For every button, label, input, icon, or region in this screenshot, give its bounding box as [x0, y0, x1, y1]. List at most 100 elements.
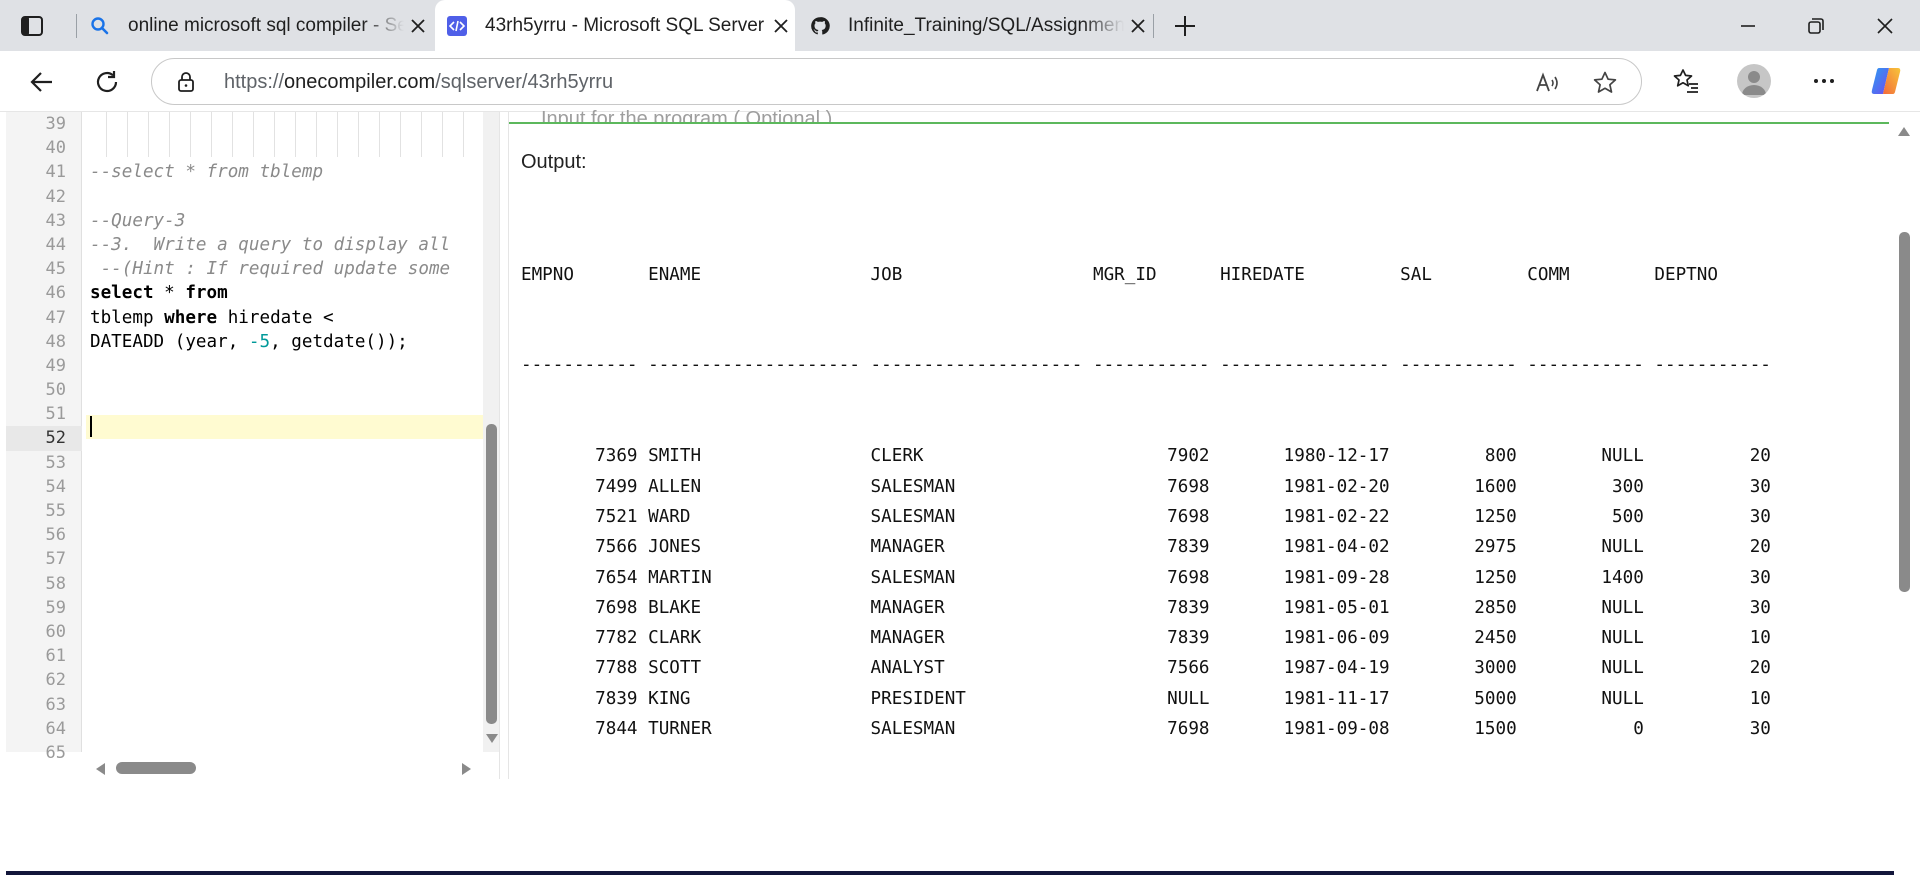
scroll-left-button[interactable]	[96, 762, 106, 779]
close-icon	[1877, 18, 1893, 34]
favorites-list-icon	[1673, 69, 1698, 93]
line-number: 64	[45, 718, 66, 739]
code-text: , getdate());	[270, 331, 408, 352]
editor-vertical-scroll-thumb[interactable]	[486, 424, 497, 724]
input-output-divider	[509, 122, 1889, 124]
line-number: 43	[45, 210, 66, 231]
line-number: 47	[45, 307, 66, 328]
editor-vertical-scrollbar[interactable]	[483, 112, 499, 752]
more-horizontal-icon	[1814, 79, 1834, 83]
user-icon	[1742, 71, 1766, 95]
close-icon	[411, 18, 425, 33]
line-numbers: 39 40 41 42 43 44 45 46 47 48 49 50 51 52 53 54 55 56 57 58…	[6, 112, 82, 765]
search-icon	[90, 16, 110, 36]
address-bar[interactable]: https://onecompiler.com/sqlserver/43rh5y…	[151, 58, 1642, 105]
tab-actions-menu-button[interactable]	[18, 12, 46, 40]
restore-button[interactable]	[1801, 12, 1831, 40]
line-number: 49	[45, 355, 66, 376]
scroll-down-button[interactable]	[485, 732, 498, 745]
line-number: 58	[45, 573, 66, 594]
tab-close-button[interactable]	[767, 12, 795, 40]
close-window-button[interactable]	[1870, 12, 1900, 40]
line-number: 46	[45, 283, 66, 304]
line-number: 44	[45, 234, 66, 255]
output-separator-row: ----------- -------------------- -------…	[521, 355, 1771, 376]
line-number: 48	[45, 331, 66, 352]
output-text: EMPNO ENAME JOB MGR_ID HIREDATE SAL COMM…	[521, 199, 1771, 805]
url-host: onecompiler.com	[284, 71, 436, 93]
back-arrow-icon	[30, 72, 52, 92]
output-data-row: 7521 WARD SALESMAN 7698 1981-02-22 1250 …	[521, 506, 1771, 527]
output-data-row: 7782 CLARK MANAGER 7839 1981-06-09 2450 …	[521, 628, 1771, 649]
code-icon	[447, 15, 467, 36]
tab-title: online microsoft sql compiler - Se	[128, 14, 404, 36]
io-panel: Input for the program ( Optional ) Outpu…	[508, 108, 1910, 779]
new-tab-button[interactable]	[1170, 11, 1200, 41]
line-number: 57	[45, 549, 66, 570]
active-line-highlight	[86, 414, 483, 439]
restore-icon	[1808, 18, 1824, 34]
code-text-area[interactable]: --select * from tblemp --Query-3 --3. Wr…	[86, 112, 483, 752]
output-data-row: 7369 SMITH CLERK 7902 1980-12-17 800 NUL…	[521, 446, 1771, 467]
output-data-row: 7839 KING PRESIDENT NULL 1981-11-17 5000…	[521, 688, 1771, 709]
url-path: /sqlserver/43rh5yrru	[435, 71, 614, 93]
line-number: 62	[45, 670, 66, 691]
code-editor[interactable]: 39 40 41 42 43 44 45 46 47 48 49 50 51 52 53 54 55 56 57 58…	[6, 112, 500, 779]
profile-avatar[interactable]	[1737, 64, 1771, 98]
line-number: 39	[45, 114, 66, 134]
editor-horizontal-scrollbar[interactable]	[86, 759, 483, 777]
line-number: 55	[45, 501, 66, 521]
scroll-right-button[interactable]	[461, 762, 471, 779]
output-vertical-scroll-thumb[interactable]	[1899, 232, 1910, 592]
output-data-row: 7788 SCOTT ANALYST 7566 1987-04-19 3000 …	[521, 658, 1771, 679]
output-label: Output:	[521, 151, 587, 173]
refresh-icon	[96, 71, 118, 93]
code-line-44: --3. Write a query to display all	[90, 235, 451, 255]
code-line-47: tblemp where hiredate <	[90, 306, 334, 330]
minimize-button[interactable]	[1733, 12, 1763, 40]
browser-toolbar: https://onecompiler.com/sqlserver/43rh5y…	[0, 51, 1920, 112]
tab-active-sqlserver[interactable]: 43rh5yrru - Microsoft SQL Server	[435, 0, 795, 51]
favorites-button[interactable]	[1669, 64, 1703, 98]
output-data-row: 7654 MARTIN SALESMAN 7698 1981-09-28 125…	[521, 567, 1771, 588]
github-icon	[810, 16, 830, 36]
code-text: DATEADD (year,	[90, 331, 249, 352]
close-icon	[1131, 18, 1145, 33]
line-number: 65	[45, 742, 66, 763]
output-data-row: 7566 JONES MANAGER 7839 1981-04-02 2975 …	[521, 537, 1771, 558]
line-number: 40	[45, 138, 66, 159]
read-aloud-button[interactable]	[1533, 69, 1561, 97]
favorite-button[interactable]	[1591, 69, 1619, 97]
code-line-45: --(Hint : If required update some	[90, 259, 451, 280]
browser-tab-strip: online microsoft sql compiler - Se 43rh5…	[0, 0, 1920, 51]
editor-horizontal-scroll-thumb[interactable]	[116, 762, 196, 774]
tab-close-button[interactable]	[1124, 12, 1152, 40]
line-number: 52	[6, 426, 82, 451]
url-text[interactable]: https://onecompiler.com/sqlserver/43rh5y…	[224, 71, 613, 94]
read-aloud-icon	[1536, 72, 1558, 92]
lock-icon[interactable]	[176, 71, 196, 98]
tab-close-button[interactable]	[404, 12, 432, 40]
code-line-48: DATEADD (year, -5, getdate());	[90, 330, 408, 354]
stdin-input[interactable]: Input for the program ( Optional )	[541, 104, 832, 122]
output-rows: 7369 SMITH CLERK 7902 1980-12-17 800 NUL…	[521, 441, 1771, 744]
tab-search[interactable]: online microsoft sql compiler - Se	[80, 0, 432, 51]
keyword-where: where	[164, 307, 218, 328]
tab-actions-icon	[21, 16, 43, 36]
tab-github[interactable]: Infinite_Training/SQL/Assignment	[800, 0, 1152, 51]
number-literal: -5	[248, 331, 271, 352]
code-text: hiredate <	[217, 307, 334, 328]
line-number: 51	[45, 404, 66, 425]
output-header-row: EMPNO ENAME JOB MGR_ID HIREDATE SAL COMM…	[521, 264, 1718, 285]
scroll-up-button[interactable]	[1898, 124, 1910, 142]
tab-title: 43rh5yrru - Microsoft SQL Server	[485, 14, 765, 36]
output-vertical-scrollbar[interactable]	[1896, 112, 1913, 712]
close-icon	[774, 18, 788, 33]
line-number: 54	[45, 476, 66, 497]
back-button[interactable]	[26, 66, 58, 98]
line-number: 53	[45, 452, 66, 473]
more-options-button[interactable]	[1807, 64, 1841, 98]
line-number: 50	[45, 380, 66, 401]
refresh-button[interactable]	[91, 66, 123, 98]
copilot-button[interactable]	[1869, 64, 1903, 98]
